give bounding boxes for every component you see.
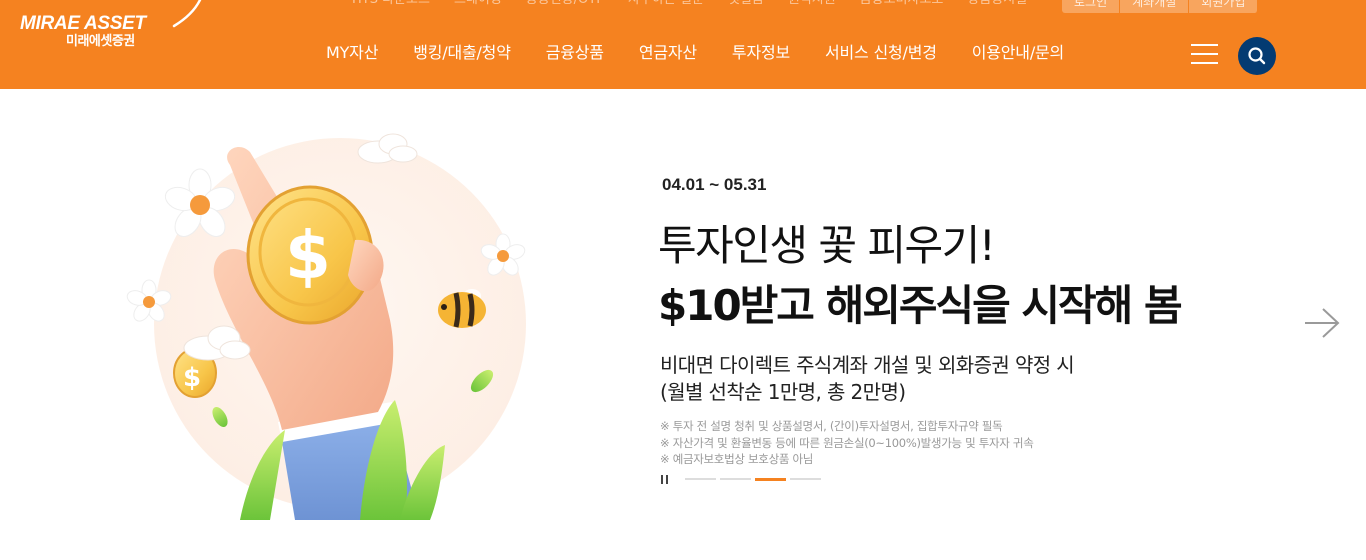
pagination-dot[interactable] [755, 477, 786, 481]
open-account-button[interactable]: 계좌개설 [1120, 0, 1190, 13]
logo-swoosh-icon [172, 0, 202, 28]
pagination-dot[interactable] [720, 478, 751, 480]
event-period: 04.01 ~ 05.31 [662, 175, 767, 194]
pause-icon[interactable] [661, 475, 669, 484]
nav-item-banking[interactable]: 뱅킹/대출/청약 [413, 42, 511, 64]
hero-description: 비대면 다이렉트 주식계좌 개설 및 외화증권 약정 시 (월별 선착순 1만명… [660, 352, 1075, 406]
utility-link[interactable]: 원격지원 [788, 0, 836, 8]
notice-line: ※ 투자 전 설명 청취 및 상품설명서, (간이)투자설명서, 집합투자규약 … [660, 419, 1003, 433]
hero-desc-line2: (월별 선착순 1만명, 총 2만명) [660, 380, 906, 404]
slide-pagination [685, 477, 825, 481]
logo-korean: 미래에셋증권 [66, 34, 135, 49]
arrow-right-icon[interactable] [1303, 306, 1341, 340]
hero-notices: ※ 투자 전 설명 청취 및 상품설명서, (간이)투자설명서, 집합투자규약 … [660, 418, 1034, 468]
hamburger-icon[interactable] [1191, 44, 1218, 64]
nav-item-service-request[interactable]: 서비스 신청/변경 [825, 42, 937, 64]
sign-up-button[interactable]: 회원가입 [1189, 0, 1259, 13]
notice-line: ※ 자산가격 및 환율변동 등에 따른 원금손실(0~100%)발생가능 및 투… [660, 435, 1034, 450]
logo[interactable]: MIRAE ASSET 미래에셋증권 [20, 0, 202, 50]
utility-links: HTS 다운로드 트레이딩 공공인증/OTP 자주하는 질문 첫걸음 원격지원 금융소비자보… [352, 0, 1051, 8]
logo-english: MIRAE ASSET [20, 13, 146, 34]
nav-item-help[interactable]: 이용안내/문의 [972, 42, 1065, 64]
nav-item-pension[interactable]: 연금자산 [639, 42, 697, 64]
utility-link[interactable]: 첫걸음 [728, 0, 764, 8]
nav-item-my-assets[interactable]: MY자산 [326, 42, 378, 64]
cloud-top [357, 133, 418, 164]
hero-title-line1: 투자인생 꽃 피우기! [658, 221, 996, 270]
search-button[interactable] [1238, 37, 1276, 75]
nav-item-financial-products[interactable]: 금융상품 [546, 42, 604, 64]
hero-illustration: $ $ [126, 133, 526, 520]
site-header: MIRAE ASSET 미래에셋증권 HTS 다운로드 트레이딩 공공인증/OTP 자… [0, 0, 1366, 89]
utility-link[interactable]: 금융소비자보호 [860, 0, 944, 8]
svg-text:$: $ [183, 363, 201, 393]
utility-link[interactable]: 자주하는 질문 [628, 0, 704, 8]
utility-link[interactable]: 트레이딩 [454, 0, 502, 8]
pagination-dot[interactable] [790, 478, 821, 480]
hero-desc-line1: 비대면 다이렉트 주식계좌 개설 및 외화증권 약정 시 [660, 353, 1075, 377]
utility-link[interactable]: 공공인증/OTP [526, 0, 604, 8]
nav-item-investment-info[interactable]: 투자정보 [732, 42, 790, 64]
notice-line: ※ 예금자보호법상 보호상품 아님 [660, 452, 814, 466]
svg-text:$: $ [285, 217, 331, 294]
hero-title-line2: $10받고 해외주식을 시작해 봄 [658, 281, 1183, 330]
utility-buttons: 로그인 계좌개설 회원가입 [1062, 0, 1259, 13]
utility-link[interactable]: 상품공시실 [967, 0, 1027, 8]
main-navigation: MY자산 뱅킹/대출/청약 금융상품 연금자산 투자정보 서비스 신청/변경 이… [326, 42, 1099, 64]
search-icon [1248, 47, 1266, 65]
login-button[interactable]: 로그인 [1062, 0, 1121, 13]
utility-link[interactable]: HTS 다운로드 [352, 0, 430, 8]
pagination-dot[interactable] [685, 478, 716, 480]
